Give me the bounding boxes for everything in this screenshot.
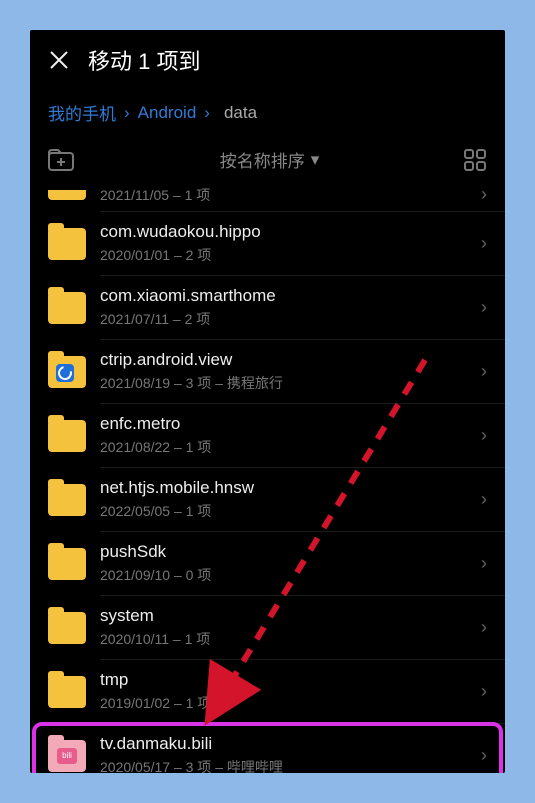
folder-name: ctrip.android.view bbox=[100, 350, 467, 370]
folder-name: enfc.metro bbox=[100, 414, 467, 434]
folder-meta: 2021/07/11 – 2 项 bbox=[100, 309, 467, 329]
folder-name: system bbox=[100, 606, 467, 626]
chevron-right-icon: › bbox=[481, 617, 487, 638]
chevron-right-icon: › bbox=[481, 553, 487, 574]
row-text: tmp 2019/01/02 – 1 项 bbox=[100, 670, 467, 713]
grid-view-icon[interactable] bbox=[463, 148, 487, 172]
file-picker-screen: 移动 1 项到 我的手机 › Android › data 按名称排序 ▾ 20… bbox=[30, 30, 505, 773]
folder-icon bbox=[48, 420, 86, 452]
row-text: tv.danmaku.bili 2020/05/17 – 3 项 – 哔哩哔哩 bbox=[100, 734, 467, 773]
chevron-right-icon: › bbox=[481, 361, 487, 382]
breadcrumb-current: data bbox=[224, 103, 257, 123]
close-icon[interactable] bbox=[48, 49, 70, 71]
folder-icon bbox=[48, 484, 86, 516]
list-item[interactable]: net.htjs.mobile.hnsw 2022/05/05 – 1 项 › bbox=[30, 468, 505, 531]
row-text: 2021/11/05 – 1 项 bbox=[100, 185, 467, 205]
folder-meta: 2021/09/10 – 0 项 bbox=[100, 565, 467, 585]
row-text: net.htjs.mobile.hnsw 2022/05/05 – 1 项 bbox=[100, 478, 467, 521]
folder-name: tmp bbox=[100, 670, 467, 690]
breadcrumb-link[interactable]: Android bbox=[138, 103, 197, 123]
sort-label: 按名称排序 bbox=[220, 147, 305, 172]
chevron-down-icon: ▾ bbox=[311, 150, 320, 170]
folder-name: tv.danmaku.bili bbox=[100, 734, 467, 754]
chevron-right-icon: › bbox=[481, 425, 487, 446]
folder-icon bbox=[48, 676, 86, 708]
breadcrumb-link[interactable]: 我的手机 bbox=[48, 100, 116, 125]
row-text: pushSdk 2021/09/10 – 0 项 bbox=[100, 542, 467, 585]
list-item[interactable]: com.wudaokou.hippo 2020/01/01 – 2 项 › bbox=[30, 212, 505, 275]
chevron-right-icon: › bbox=[481, 681, 487, 702]
list-item[interactable]: pushSdk 2021/09/10 – 0 项 › bbox=[30, 532, 505, 595]
folder-meta: 2020/01/01 – 2 项 bbox=[100, 245, 467, 265]
list-item[interactable]: ctrip.android.view 2021/08/19 – 3 项 – 携程旅… bbox=[30, 340, 505, 403]
list-item[interactable]: bili tv.danmaku.bili 2020/05/17 – 3 项 – 哔哩… bbox=[30, 724, 505, 773]
new-folder-icon[interactable] bbox=[48, 148, 76, 172]
chevron-right-icon: › bbox=[481, 745, 487, 766]
chevron-right-icon: › bbox=[124, 103, 130, 123]
folder-name: com.xiaomi.smarthome bbox=[100, 286, 467, 306]
row-text: com.xiaomi.smarthome 2021/07/11 – 2 项 bbox=[100, 286, 467, 329]
folder-name: pushSdk bbox=[100, 542, 467, 562]
list-item[interactable]: 2021/11/05 – 1 项 › bbox=[30, 184, 505, 211]
chevron-right-icon: › bbox=[204, 103, 210, 123]
folder-icon bbox=[48, 190, 86, 200]
folder-icon bbox=[48, 292, 86, 324]
folder-meta: 2020/10/11 – 1 项 bbox=[100, 629, 467, 649]
folder-icon bbox=[48, 612, 86, 644]
page-title: 移动 1 项到 bbox=[88, 44, 200, 76]
folder-meta: 2021/08/22 – 1 项 bbox=[100, 437, 467, 457]
folder-meta: 2019/01/02 – 1 项 bbox=[100, 693, 467, 713]
folder-list: 2021/11/05 – 1 项 › com.wudaokou.hippo 2020/… bbox=[30, 184, 505, 773]
sort-dropdown[interactable]: 按名称排序 ▾ bbox=[220, 147, 320, 172]
folder-bili-icon: bili bbox=[48, 740, 86, 772]
row-text: com.wudaokou.hippo 2020/01/01 – 2 项 bbox=[100, 222, 467, 265]
folder-name: net.htjs.mobile.hnsw bbox=[100, 478, 467, 498]
toolbar: 按名称排序 ▾ bbox=[30, 139, 505, 184]
folder-meta: 2021/08/19 – 3 项 – 携程旅行 bbox=[100, 373, 467, 393]
row-text: ctrip.android.view 2021/08/19 – 3 项 – 携程旅… bbox=[100, 350, 467, 393]
chevron-right-icon: › bbox=[481, 489, 487, 510]
folder-icon bbox=[48, 228, 86, 260]
folder-meta: 2020/05/17 – 3 项 – 哔哩哔哩 bbox=[100, 757, 467, 773]
list-item[interactable]: tmp 2019/01/02 – 1 项 › bbox=[30, 660, 505, 723]
list-item[interactable]: system 2020/10/11 – 1 项 › bbox=[30, 596, 505, 659]
folder-name: com.wudaokou.hippo bbox=[100, 222, 467, 242]
breadcrumb: 我的手机 › Android › data bbox=[30, 90, 505, 139]
folder-app-icon bbox=[48, 356, 86, 388]
list-item[interactable]: com.xiaomi.smarthome 2021/07/11 – 2 项 › bbox=[30, 276, 505, 339]
chevron-right-icon: › bbox=[481, 297, 487, 318]
row-text: system 2020/10/11 – 1 项 bbox=[100, 606, 467, 649]
folder-icon bbox=[48, 548, 86, 580]
chevron-right-icon: › bbox=[481, 233, 487, 254]
folder-meta: 2022/05/05 – 1 项 bbox=[100, 501, 467, 521]
list-item[interactable]: enfc.metro 2021/08/22 – 1 项 › bbox=[30, 404, 505, 467]
row-text: enfc.metro 2021/08/22 – 1 项 bbox=[100, 414, 467, 457]
header: 移动 1 项到 bbox=[30, 30, 505, 90]
folder-meta: 2021/11/05 – 1 项 bbox=[100, 185, 467, 205]
chevron-right-icon: › bbox=[481, 184, 487, 205]
